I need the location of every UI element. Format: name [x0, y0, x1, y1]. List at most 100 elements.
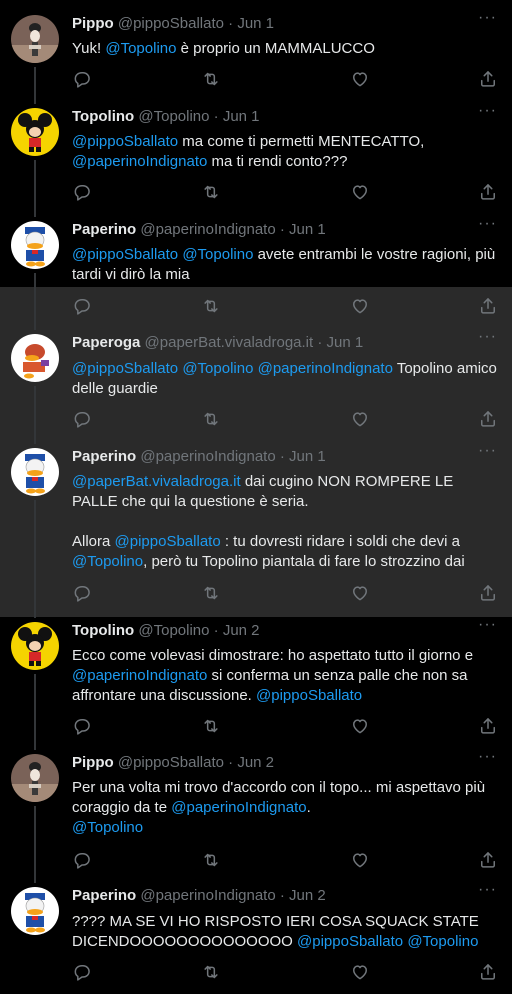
mention-link[interactable]: @pippoSballato	[72, 360, 178, 377]
author-handle[interactable]: @Topolino	[138, 108, 209, 125]
thread-connector-line	[34, 160, 36, 217]
mention-link[interactable]: @paperinoIndignato	[171, 799, 306, 816]
more-dots-icon[interactable]: ···	[478, 103, 496, 123]
share-icon[interactable]	[478, 182, 498, 202]
mention-link[interactable]: @Topolino	[407, 933, 478, 950]
more-dots-icon[interactable]: ···	[478, 443, 496, 463]
retweet-icon[interactable]	[201, 69, 221, 89]
mention-link[interactable]: @pippoSballato	[72, 133, 178, 150]
retweet-icon[interactable]	[201, 716, 221, 736]
more-dots-icon[interactable]: ···	[478, 10, 496, 30]
avatar[interactable]	[11, 221, 59, 269]
retweet-icon[interactable]	[201, 850, 221, 870]
comment-icon[interactable]	[72, 850, 92, 870]
mention-link[interactable]: @pippoSballato	[256, 687, 362, 704]
mention-link[interactable]: @pippoSballato	[72, 246, 178, 263]
heart-icon[interactable]	[350, 409, 370, 429]
author-handle[interactable]: @Topolino	[138, 622, 209, 639]
mention-link[interactable]: @Topolino	[182, 360, 253, 377]
share-icon[interactable]	[478, 716, 498, 736]
comment-icon[interactable]	[72, 409, 92, 429]
tweet-header: Topolino @Topolino · Jun 1	[72, 108, 472, 126]
share-icon[interactable]	[478, 962, 498, 982]
author-name[interactable]: Paperino	[72, 221, 136, 238]
tweet-date[interactable]: Jun 2	[223, 622, 260, 639]
author-handle[interactable]: @paperinoIndignato	[140, 887, 275, 904]
share-icon[interactable]	[478, 409, 498, 429]
retweet-icon[interactable]	[201, 296, 221, 316]
author-name[interactable]: Topolino	[72, 108, 134, 125]
tweet-text: @pippoSballato ma come ti permetti MENTE…	[72, 132, 498, 172]
comment-icon[interactable]	[72, 716, 92, 736]
heart-icon[interactable]	[350, 69, 370, 89]
mention-link[interactable]: @paperinoIndignato	[72, 153, 207, 170]
more-dots-icon[interactable]: ···	[478, 617, 496, 637]
thread-connector-line	[34, 500, 36, 618]
heart-icon[interactable]	[350, 716, 370, 736]
mention-link[interactable]: @paperinoIndignato	[258, 360, 393, 377]
tweet-header: Paperoga @paperBat.vivaladroga.it · Jun …	[72, 334, 472, 352]
avatar[interactable]	[11, 622, 59, 670]
author-handle[interactable]: @paperinoIndignato	[140, 221, 275, 238]
comment-icon[interactable]	[72, 296, 92, 316]
mention-link[interactable]: @Topolino	[182, 246, 253, 263]
tweet-date[interactable]: Jun 1	[289, 221, 326, 238]
tweet-date[interactable]: Jun 1	[289, 448, 326, 465]
more-dots-icon[interactable]: ···	[478, 329, 496, 349]
author-handle[interactable]: @paperinoIndignato	[140, 448, 275, 465]
heart-icon[interactable]	[350, 182, 370, 202]
mention-link[interactable]: @Topolino	[72, 553, 143, 570]
comment-icon[interactable]	[72, 182, 92, 202]
comment-icon[interactable]	[72, 583, 92, 603]
tweet-actions	[72, 716, 502, 736]
avatar[interactable]	[11, 754, 59, 802]
share-icon[interactable]	[478, 850, 498, 870]
share-icon[interactable]	[478, 296, 498, 316]
comment-icon[interactable]	[72, 962, 92, 982]
separator-dot: ·	[279, 887, 285, 904]
comment-icon[interactable]	[72, 69, 92, 89]
more-dots-icon[interactable]: ···	[478, 216, 496, 236]
heart-icon[interactable]	[350, 296, 370, 316]
heart-icon[interactable]	[350, 850, 370, 870]
mention-link[interactable]: @paperBat.vivaladroga.it	[72, 473, 241, 490]
author-name[interactable]: Pippo	[72, 754, 114, 771]
mention-link[interactable]: @Topolino	[105, 40, 176, 57]
avatar[interactable]	[11, 108, 59, 156]
share-icon[interactable]	[478, 69, 498, 89]
avatar[interactable]	[11, 887, 59, 935]
author-name[interactable]: Topolino	[72, 622, 134, 639]
text-segment: : tu dovresti ridare i soldi che devi a	[220, 533, 460, 550]
author-handle[interactable]: @pippoSballato	[118, 15, 224, 32]
tweet-date[interactable]: Jun 2	[237, 754, 274, 771]
retweet-icon[interactable]	[201, 182, 221, 202]
author-name[interactable]: Pippo	[72, 15, 114, 32]
share-icon[interactable]	[478, 583, 498, 603]
thread-connector-line	[34, 273, 36, 330]
tweet-actions	[72, 69, 502, 89]
separator-dot: ·	[213, 622, 219, 639]
retweet-icon[interactable]	[201, 583, 221, 603]
tweet-date[interactable]: Jun 1	[327, 334, 364, 351]
avatar[interactable]	[11, 15, 59, 63]
mention-link[interactable]: @pippoSballato	[297, 933, 403, 950]
mention-link[interactable]: @pippoSballato	[115, 533, 221, 550]
tweet-date[interactable]: Jun 1	[237, 15, 274, 32]
author-handle[interactable]: @paperBat.vivaladroga.it	[145, 334, 314, 351]
author-handle[interactable]: @pippoSballato	[118, 754, 224, 771]
author-name[interactable]: Paperoga	[72, 334, 140, 351]
heart-icon[interactable]	[350, 962, 370, 982]
author-name[interactable]: Paperino	[72, 887, 136, 904]
mention-link[interactable]: @paperinoIndignato	[72, 667, 207, 684]
more-dots-icon[interactable]: ···	[478, 749, 496, 769]
heart-icon[interactable]	[350, 583, 370, 603]
author-name[interactable]: Paperino	[72, 448, 136, 465]
retweet-icon[interactable]	[201, 962, 221, 982]
tweet-date[interactable]: Jun 1	[223, 108, 260, 125]
mention-link[interactable]: @Topolino	[72, 819, 143, 836]
retweet-icon[interactable]	[201, 409, 221, 429]
avatar[interactable]	[11, 448, 59, 496]
avatar[interactable]	[11, 334, 59, 382]
more-dots-icon[interactable]: ···	[478, 882, 496, 902]
tweet-date[interactable]: Jun 2	[289, 887, 326, 904]
